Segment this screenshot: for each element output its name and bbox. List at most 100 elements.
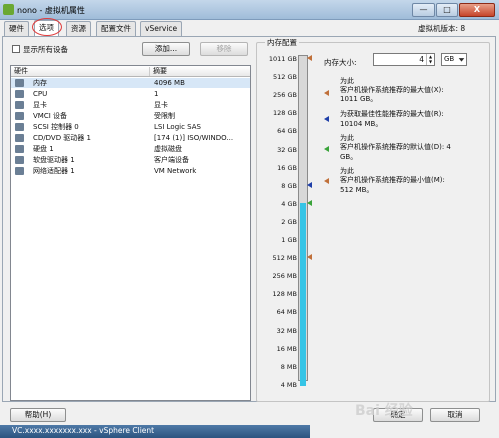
cpu-icon — [15, 90, 24, 98]
column-header-summary[interactable]: 摘要 — [153, 66, 167, 76]
memory-marker-icon — [307, 55, 312, 61]
max-recommended-marker-icon — [324, 90, 329, 96]
memory-unit-select[interactable]: GB — [441, 53, 467, 66]
memory-scale-tick: 32 GB — [277, 145, 297, 154]
row-summary: 客户端设备 — [154, 156, 189, 164]
memory-scale-tick: 8 GB — [281, 181, 297, 190]
chevron-down-icon — [458, 58, 465, 62]
memory-scale-tick: 128 GB — [273, 109, 297, 118]
close-button[interactable]: X — [459, 3, 495, 17]
memory-scale-tick: 128 MB — [272, 290, 297, 299]
memory-scale-tick: 256 GB — [273, 91, 297, 100]
note-default-line2: 客户机操作系统推荐的默认值(D): 4 — [340, 143, 451, 151]
table-row[interactable]: 内存 4096 MB — [11, 78, 250, 88]
row-summary: 1 — [154, 90, 159, 98]
memory-scale-tick: 64 GB — [277, 127, 297, 136]
floppy-icon — [15, 156, 24, 164]
table-row[interactable]: 显卡 显卡 — [11, 100, 250, 110]
note-perf-line1: 为获取最佳性能推荐的最大值(R): — [340, 110, 444, 118]
row-name: 显卡 — [33, 101, 47, 109]
window-title: nono - 虚拟机属性 — [17, 6, 85, 15]
row-summary: LSI Logic SAS — [154, 123, 201, 131]
row-name: 硬盘 1 — [33, 145, 54, 153]
show-all-devices-checkbox[interactable] — [12, 45, 20, 53]
table-row[interactable]: 软盘驱动器 1 客户端设备 — [11, 155, 250, 165]
row-summary: VM Network — [154, 167, 197, 175]
options-tab-highlight — [32, 18, 62, 36]
row-name: 网络适配器 1 — [33, 167, 75, 175]
add-button[interactable]: 添加... — [142, 42, 190, 56]
cd-dvd-icon — [15, 134, 24, 142]
hardware-table: 硬件 摘要 内存 4096 MB CPU 1 显卡 显卡 VMCI 设备 受限制… — [10, 65, 251, 401]
video-card-icon — [15, 101, 24, 109]
row-summary: 受限制 — [154, 112, 175, 120]
memory-slider-fill — [300, 202, 306, 386]
note-min-line3: 512 MB。 — [340, 186, 374, 194]
hard-disk-icon — [15, 145, 24, 153]
tab-resources[interactable]: 资源 — [66, 21, 91, 36]
memory-scale-tick: 8 MB — [280, 362, 297, 371]
row-name: SCSI 控制器 0 — [33, 123, 79, 131]
memory-marker-icon — [307, 254, 312, 261]
row-summary: [174 (1)] ISO/WINDO... — [154, 134, 234, 142]
memory-scale-tick: 4 GB — [281, 199, 297, 208]
vm-version: 虚拟机版本: 8 — [418, 24, 466, 33]
memory-scale-tick: 32 MB — [276, 326, 297, 335]
cancel-button[interactable]: 取消 — [430, 408, 480, 422]
memory-scale-tick: 4 MB — [280, 380, 297, 389]
memory-marker-icon — [307, 181, 312, 188]
table-row[interactable]: SCSI 控制器 0 LSI Logic SAS — [11, 122, 250, 132]
note-perf-line2: 10104 MB。 — [340, 120, 383, 128]
note-default-line3: GB。 — [340, 153, 358, 161]
row-name: CD/DVD 驱动器 1 — [33, 134, 91, 142]
row-name: 软盘驱动器 1 — [33, 156, 75, 164]
row-summary: 虚拟磁盘 — [154, 145, 182, 153]
help-button[interactable]: 帮助(H) — [10, 408, 66, 422]
spin-down-icon[interactable]: ▼ — [427, 59, 434, 64]
memory-scale-tick: 2 GB — [281, 217, 297, 226]
memory-scale-tick: 512 MB — [272, 254, 297, 263]
row-name: CPU — [33, 90, 48, 98]
minimize-button[interactable]: — — [412, 3, 435, 17]
table-row[interactable]: 网络适配器 1 VM Network — [11, 166, 250, 176]
min-recommended-marker-icon — [324, 178, 329, 184]
remove-button[interactable]: 移除 — [200, 42, 248, 56]
table-row[interactable]: VMCI 设备 受限制 — [11, 111, 250, 121]
memory-size-spinner[interactable]: ▲ ▼ — [426, 54, 434, 65]
show-all-devices-label: 显示所有设备 — [23, 45, 68, 54]
table-row[interactable]: CPU 1 — [11, 89, 250, 99]
memory-scale-tick: 1 GB — [281, 236, 297, 244]
tab-hardware[interactable]: 硬件 — [4, 21, 29, 36]
table-row[interactable]: 硬盘 1 虚拟磁盘 — [11, 144, 250, 154]
hardware-table-header: 硬件 摘要 — [11, 66, 250, 77]
row-name: VMCI 设备 — [33, 112, 68, 120]
tab-profiles[interactable]: 配置文件 — [96, 21, 136, 36]
scsi-controller-icon — [15, 123, 24, 131]
memory-unit-value: GB — [444, 55, 455, 63]
show-all-devices[interactable]: 显示所有设备 — [12, 44, 68, 55]
memory-scale-tick: 16 MB — [276, 344, 297, 353]
default-recommended-marker-icon — [324, 146, 329, 152]
memory-scale-tick: 64 MB — [276, 308, 297, 317]
column-header-hardware[interactable]: 硬件 — [14, 66, 28, 76]
memory-scale-tick: 1011 GB — [268, 55, 297, 63]
memory-scale-tick: 512 GB — [273, 73, 297, 82]
note-max-line3: 1011 GB。 — [340, 95, 378, 103]
vmci-icon — [15, 112, 24, 120]
memory-icon — [15, 79, 24, 87]
note-min-line2: 客户机操作系统推荐的最小值(M): — [340, 176, 445, 184]
taskbar[interactable]: VC.xxxx.xxxxxxx.xxx - vSphere Client — [0, 425, 310, 438]
vm-icon — [3, 4, 14, 15]
row-name: 内存 — [33, 79, 47, 87]
row-summary: 显卡 — [154, 101, 168, 109]
watermark-logo: Bai 经验 — [355, 403, 413, 419]
table-row[interactable]: CD/DVD 驱动器 1 [174 (1)] ISO/WINDO... — [11, 133, 250, 143]
memory-marker-icon — [307, 199, 312, 206]
tab-vservice[interactable]: vService — [140, 21, 183, 36]
row-summary: 4096 MB — [154, 79, 185, 87]
memory-size-label: 内存大小: — [324, 58, 357, 67]
memory-config-title: 内存配置 — [265, 37, 299, 48]
column-separator — [149, 67, 150, 76]
maximize-button[interactable]: □ — [436, 3, 458, 17]
memory-scale-tick: 16 GB — [277, 163, 297, 172]
